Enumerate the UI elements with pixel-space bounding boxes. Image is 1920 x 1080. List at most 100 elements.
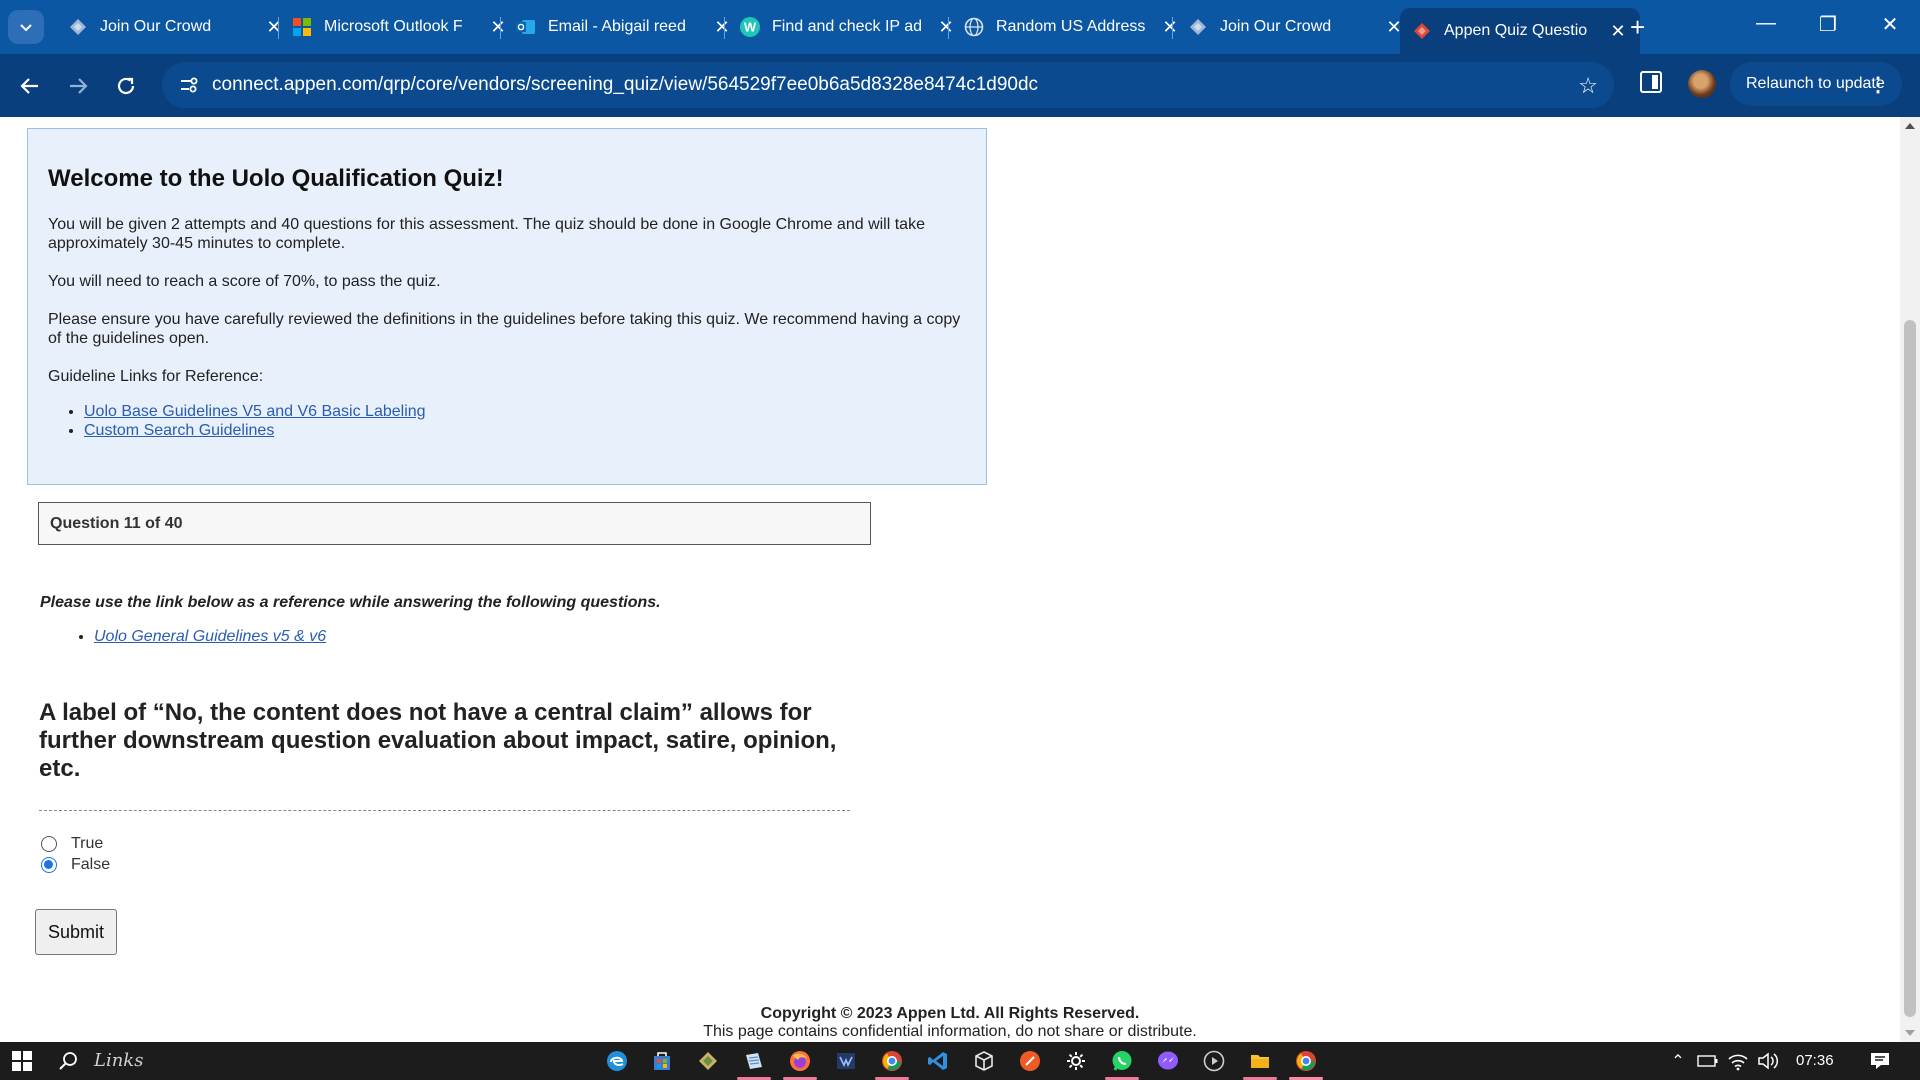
minimize-button[interactable]: — bbox=[1746, 12, 1786, 35]
back-button[interactable] bbox=[14, 70, 46, 102]
firefox-icon[interactable] bbox=[788, 1049, 812, 1073]
answer-options: True False bbox=[41, 833, 110, 875]
link-general-guidelines[interactable]: Uolo General Guidelines v5 & v6 bbox=[94, 628, 326, 645]
option-true[interactable]: True bbox=[41, 833, 110, 854]
forward-button[interactable] bbox=[62, 70, 94, 102]
search-icon[interactable] bbox=[56, 1049, 80, 1073]
tab-title: Appen Quiz Questio bbox=[1444, 22, 1588, 39]
notes-app-icon[interactable] bbox=[742, 1049, 766, 1073]
tab-microsoft-outlook[interactable]: Microsoft Outlook F ✕ bbox=[280, 8, 520, 46]
w-logo-icon: W bbox=[740, 17, 760, 37]
windows-taskbar: Links ⌃ 07:36 bbox=[0, 1042, 1920, 1080]
option-label: True bbox=[71, 834, 104, 852]
chrome-icon[interactable] bbox=[880, 1049, 904, 1073]
tab-find-ip[interactable]: W Find and check IP ad ✕ bbox=[728, 8, 968, 46]
arrow-left-icon bbox=[20, 78, 38, 94]
chrome-active-icon[interactable] bbox=[1294, 1049, 1318, 1073]
new-tab-button[interactable]: + bbox=[1630, 14, 1645, 40]
globe-icon bbox=[964, 17, 984, 37]
devtools-app-icon[interactable] bbox=[834, 1049, 858, 1073]
option-false[interactable]: False bbox=[41, 854, 110, 875]
tab-title: Microsoft Outlook F bbox=[324, 18, 463, 35]
list-item: Uolo General Guidelines v5 & v6 bbox=[94, 628, 900, 646]
edge-icon[interactable] bbox=[605, 1049, 629, 1073]
wifi-icon[interactable] bbox=[1726, 1049, 1750, 1073]
url-text: connect.appen.com/qrp/core/vendors/scree… bbox=[212, 74, 1039, 95]
svg-text:W: W bbox=[744, 20, 757, 35]
box-app-icon[interactable] bbox=[972, 1049, 996, 1073]
tab-separator bbox=[1172, 17, 1173, 39]
side-panel-icon[interactable] bbox=[1640, 71, 1662, 93]
taskbar-clock[interactable]: 07:36 bbox=[1796, 1052, 1834, 1069]
restore-button[interactable]: ❐ bbox=[1808, 12, 1848, 37]
close-icon[interactable]: ✕ bbox=[1608, 21, 1628, 41]
page-scrollbar[interactable] bbox=[1900, 117, 1920, 1042]
tab-join-our-crowd-1[interactable]: Join Our Crowd ✕ bbox=[56, 8, 296, 46]
quiz-title: Welcome to the Uolo Qualification Quiz! bbox=[48, 165, 504, 192]
notifications-icon[interactable] bbox=[1868, 1049, 1892, 1073]
appen-diamond-icon bbox=[68, 17, 88, 37]
close-window-button[interactable]: ✕ bbox=[1870, 12, 1910, 37]
settings-gear-icon[interactable] bbox=[1064, 1049, 1088, 1073]
bookmark-star-icon[interactable]: ☆ bbox=[1578, 73, 1598, 99]
scroll-up-arrow-icon[interactable] bbox=[1905, 123, 1915, 129]
store-icon[interactable] bbox=[650, 1049, 674, 1073]
link-base-guidelines[interactable]: Uolo Base Guidelines V5 and V6 Basic Lab… bbox=[84, 403, 426, 420]
menu-dots-icon[interactable]: ⋮ bbox=[1868, 72, 1888, 97]
tab-title: Join Our Crowd bbox=[100, 18, 212, 35]
appen-red-icon bbox=[1412, 21, 1432, 41]
browser-toolbar: connect.appen.com/qrp/core/vendors/scree… bbox=[0, 54, 1920, 117]
media-player-icon[interactable] bbox=[1202, 1049, 1226, 1073]
vscode-icon[interactable] bbox=[926, 1049, 950, 1073]
postman-icon[interactable] bbox=[1018, 1049, 1042, 1073]
reference-note: Please use the link below as a reference… bbox=[40, 594, 661, 611]
battery-icon[interactable] bbox=[1696, 1049, 1720, 1073]
scrollbar-thumb[interactable] bbox=[1904, 320, 1916, 1017]
appen-diamond-icon bbox=[1188, 17, 1208, 37]
microsoft-logo-icon bbox=[292, 17, 312, 37]
tab-email-abigail[interactable]: Email - Abigail reed ✕ bbox=[504, 8, 744, 46]
volume-icon[interactable] bbox=[1756, 1049, 1780, 1073]
scroll-down-arrow-icon[interactable] bbox=[1905, 1030, 1915, 1036]
file-explorer-icon[interactable] bbox=[1248, 1049, 1272, 1073]
tab-separator bbox=[278, 17, 279, 39]
taskbar-search-text[interactable]: Links bbox=[94, 1050, 143, 1071]
page-content: Welcome to the Uolo Qualification Quiz! … bbox=[0, 117, 1900, 1042]
radio-true[interactable] bbox=[41, 835, 57, 852]
link-custom-search-guidelines[interactable]: Custom Search Guidelines bbox=[84, 422, 274, 439]
chevron-down-icon bbox=[20, 24, 32, 32]
messenger-icon[interactable] bbox=[1156, 1049, 1180, 1073]
intro-paragraph-guidelines: Please ensure you have carefully reviewe… bbox=[48, 311, 961, 347]
reload-button[interactable] bbox=[110, 70, 142, 102]
confidential-notice: This page contains confidential informat… bbox=[703, 1023, 1197, 1040]
radio-false[interactable] bbox=[41, 856, 57, 873]
submit-button[interactable]: Submit bbox=[35, 909, 117, 955]
question-counter: Question 11 of 40 bbox=[38, 502, 871, 545]
guideline-links-list: Uolo Base Guidelines V5 and V6 Basic Lab… bbox=[84, 402, 966, 440]
tab-title: Join Our Crowd bbox=[1220, 18, 1332, 35]
address-bar[interactable]: connect.appen.com/qrp/core/vendors/scree… bbox=[162, 62, 1614, 108]
windows-start-icon[interactable] bbox=[10, 1049, 34, 1073]
tab-separator bbox=[500, 17, 501, 39]
chevron-up-icon[interactable]: ⌃ bbox=[1666, 1049, 1690, 1073]
tab-title: Find and check IP ad bbox=[772, 18, 922, 35]
reference-links-list: Uolo General Guidelines v5 & v6 bbox=[94, 628, 900, 646]
tab-join-our-crowd-2[interactable]: Join Our Crowd ✕ bbox=[1176, 8, 1416, 46]
intro-panel: Welcome to the Uolo Qualification Quiz! … bbox=[27, 128, 987, 485]
relaunch-button[interactable]: Relaunch to update ⋮ bbox=[1730, 62, 1902, 106]
browser-tab-strip: Join Our Crowd ✕ Microsoft Outlook F ✕ E… bbox=[0, 0, 1920, 54]
whatsapp-icon[interactable] bbox=[1110, 1049, 1134, 1073]
option-label: False bbox=[71, 855, 111, 873]
intro-paragraph-attempts: You will be given 2 attempts and 40 ques… bbox=[48, 216, 925, 252]
guideline-links-heading: Guideline Links for Reference: bbox=[48, 368, 264, 385]
outlook-icon bbox=[516, 17, 536, 37]
site-info-icon[interactable] bbox=[178, 74, 200, 96]
tab-random-us-address[interactable]: Random US Address ✕ bbox=[952, 8, 1192, 46]
tab-appen-quiz[interactable]: Appen Quiz Questio ✕ bbox=[1400, 8, 1640, 54]
tab-search-button[interactable] bbox=[8, 10, 44, 44]
tab-separator bbox=[948, 17, 949, 39]
pinned-app-diamond-icon[interactable] bbox=[696, 1049, 720, 1073]
list-item: Custom Search Guidelines bbox=[84, 421, 966, 440]
list-item: Uolo Base Guidelines V5 and V6 Basic Lab… bbox=[84, 402, 966, 421]
profile-avatar[interactable] bbox=[1688, 70, 1716, 98]
